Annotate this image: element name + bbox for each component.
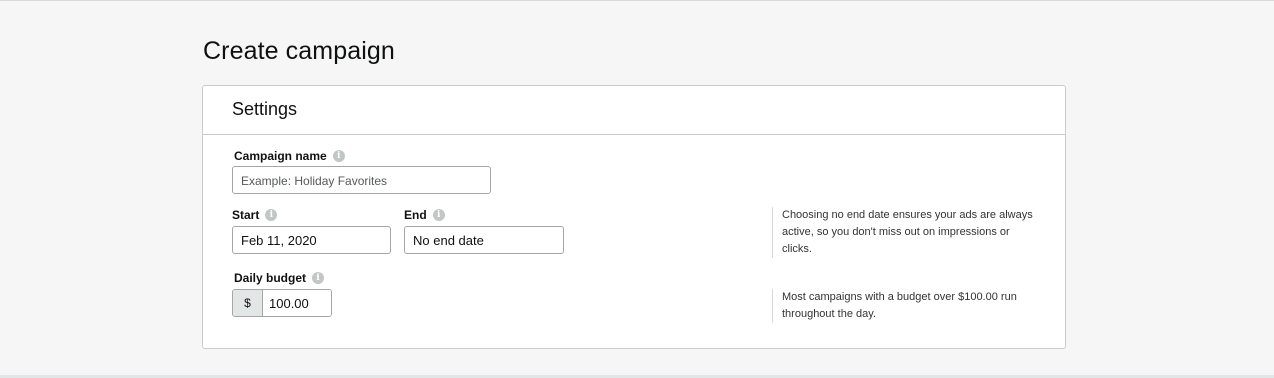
start-date-label-text: Start: [232, 208, 260, 222]
settings-card: Settings Campaign name i Start i End i C…: [202, 85, 1066, 349]
daily-budget-input[interactable]: [263, 290, 331, 316]
start-date-input[interactable]: [232, 226, 391, 254]
daily-budget-label-text: Daily budget: [234, 271, 307, 285]
info-icon[interactable]: i: [265, 209, 278, 221]
daily-budget-label: Daily budget i: [234, 271, 325, 285]
daily-budget-field: $: [232, 289, 332, 317]
campaign-name-label-text: Campaign name: [234, 149, 327, 163]
campaign-name-label: Campaign name i: [234, 149, 345, 163]
budget-hint: Most campaigns with a budget over $100.0…: [772, 289, 1042, 323]
info-icon[interactable]: i: [332, 150, 345, 162]
settings-header: Settings: [203, 86, 1065, 135]
top-divider: [0, 0, 1274, 1]
info-icon[interactable]: i: [312, 272, 325, 284]
end-date-label-text: End: [404, 208, 427, 222]
end-date-label: End i: [404, 208, 445, 222]
currency-prefix: $: [233, 290, 263, 316]
start-date-label: Start i: [232, 208, 278, 222]
campaign-name-input[interactable]: [232, 166, 491, 194]
page-title: Create campaign: [203, 37, 395, 65]
end-date-input[interactable]: [404, 226, 564, 254]
info-icon[interactable]: i: [432, 209, 445, 221]
end-date-hint: Choosing no end date ensures your ads ar…: [772, 207, 1042, 258]
settings-title: Settings: [232, 99, 298, 119]
